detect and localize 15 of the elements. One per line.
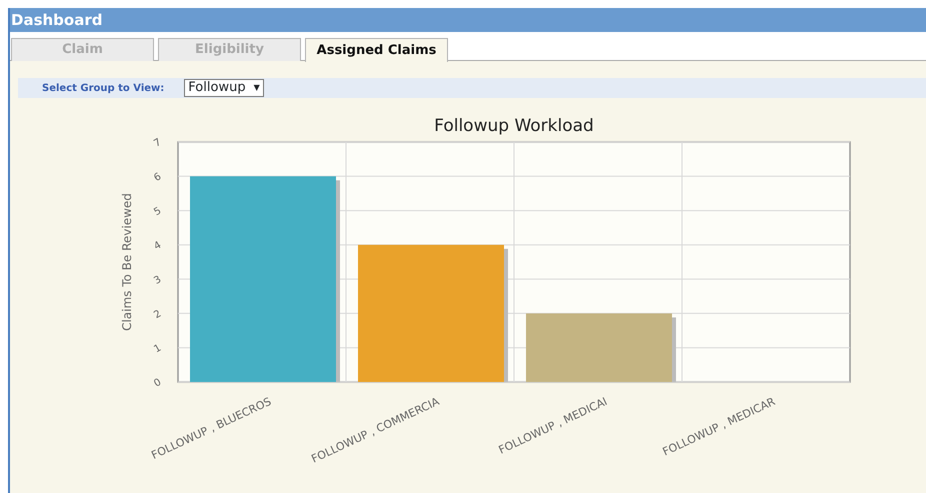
y-tick-label: 5 bbox=[152, 206, 164, 218]
window-title: Dashboard bbox=[10, 8, 926, 32]
y-axis-label: Claims To Be Reviewed bbox=[120, 193, 134, 331]
tab[interactable]: Assigned Claims bbox=[305, 38, 448, 62]
y-tick-label: 6 bbox=[152, 171, 164, 184]
caret-icon: ▼ bbox=[254, 82, 260, 94]
y-tick-label: 2 bbox=[152, 308, 164, 322]
filter-label: Select Group to View: bbox=[42, 82, 164, 96]
group-dropdown[interactable]: Followup ▼ bbox=[184, 79, 264, 97]
y-tick-label: 4 bbox=[152, 240, 164, 253]
y-tick-label: 3 bbox=[152, 274, 164, 287]
y-tick-label: 1 bbox=[152, 342, 164, 356]
y-tick-label: 7 bbox=[152, 136, 164, 150]
chart-title: Followup Workload bbox=[434, 116, 594, 136]
y-tick-label: 0 bbox=[152, 376, 164, 390]
